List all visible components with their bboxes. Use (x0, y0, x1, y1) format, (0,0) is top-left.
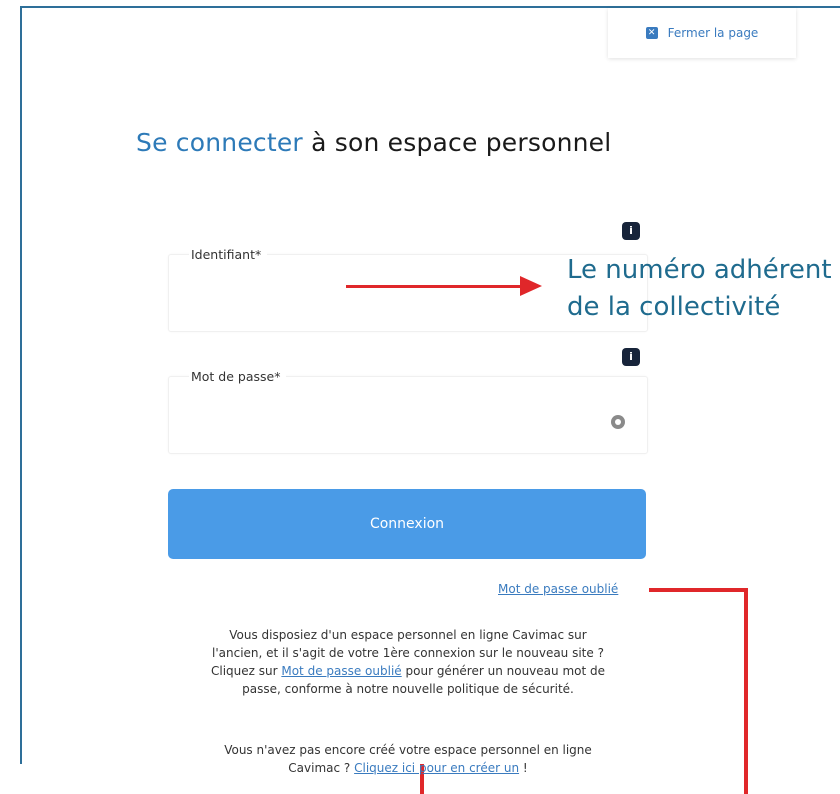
info-line-1: Vous disposiez d'un espace personnel en … (229, 628, 587, 642)
info-line-4: passe, conforme à notre nouvelle politiq… (242, 682, 574, 696)
password-field[interactable]: Mot de passe* (168, 369, 648, 454)
inline-forgot-password-link[interactable]: Mot de passe oublié (281, 664, 401, 678)
annotation-line-1: Le numéro adhérent (567, 255, 832, 285)
close-icon: ✕ (645, 27, 658, 39)
create-account-link[interactable]: Cliquez ici pour en créer un (354, 761, 519, 775)
callout-line-vertical (744, 588, 748, 794)
annotation-line-2: de la collectivité (567, 292, 781, 322)
password-info-icon[interactable]: i (622, 348, 640, 366)
callout-line-horizontal (649, 588, 747, 592)
annotation-arrow-head (520, 276, 542, 296)
page-title-rest: à son espace personnel (302, 128, 612, 157)
create-account-paragraph: Vous n'avez pas encore créé votre espace… (148, 741, 668, 777)
identifiant-label: Identifiant* (189, 247, 268, 262)
close-page-label: Fermer la page (667, 26, 759, 40)
info-line-3-post: pour générer un nouveau mot de (401, 664, 606, 678)
eye-icon[interactable] (611, 415, 625, 429)
info-line-3-pre: Cliquez sur (210, 664, 282, 678)
page-title: Se connecter à son espace personnel (136, 128, 611, 157)
close-page-button[interactable]: ✕ Fermer la page (608, 8, 796, 58)
migration-info-paragraph: Vous disposiez d'un espace personnel en … (148, 626, 668, 698)
annotation-text: Le numéro adhérent de la collectivité (567, 252, 832, 326)
info-line-3: Cliquez sur Mot de passe oublié pour gén… (148, 662, 668, 680)
create-line-2: Cavimac ? Cliquez ici pour en créer un ! (148, 759, 668, 777)
create-line-1: Vous n'avez pas encore créé votre espace… (224, 743, 592, 757)
forgot-password-link[interactable]: Mot de passe oublié (498, 582, 618, 596)
annotation-arrow (346, 285, 522, 288)
create-line-2-post: ! (519, 761, 528, 775)
page-title-accent: Se connecter (136, 128, 303, 157)
identifiant-info-icon[interactable]: i (622, 222, 640, 240)
password-label: Mot de passe* (189, 369, 287, 384)
connexion-button[interactable]: Connexion (168, 489, 646, 559)
create-line-2-pre: Cavimac ? (288, 761, 355, 775)
info-line-2: l'ancien, et il s'agit de votre 1ère con… (212, 646, 604, 660)
